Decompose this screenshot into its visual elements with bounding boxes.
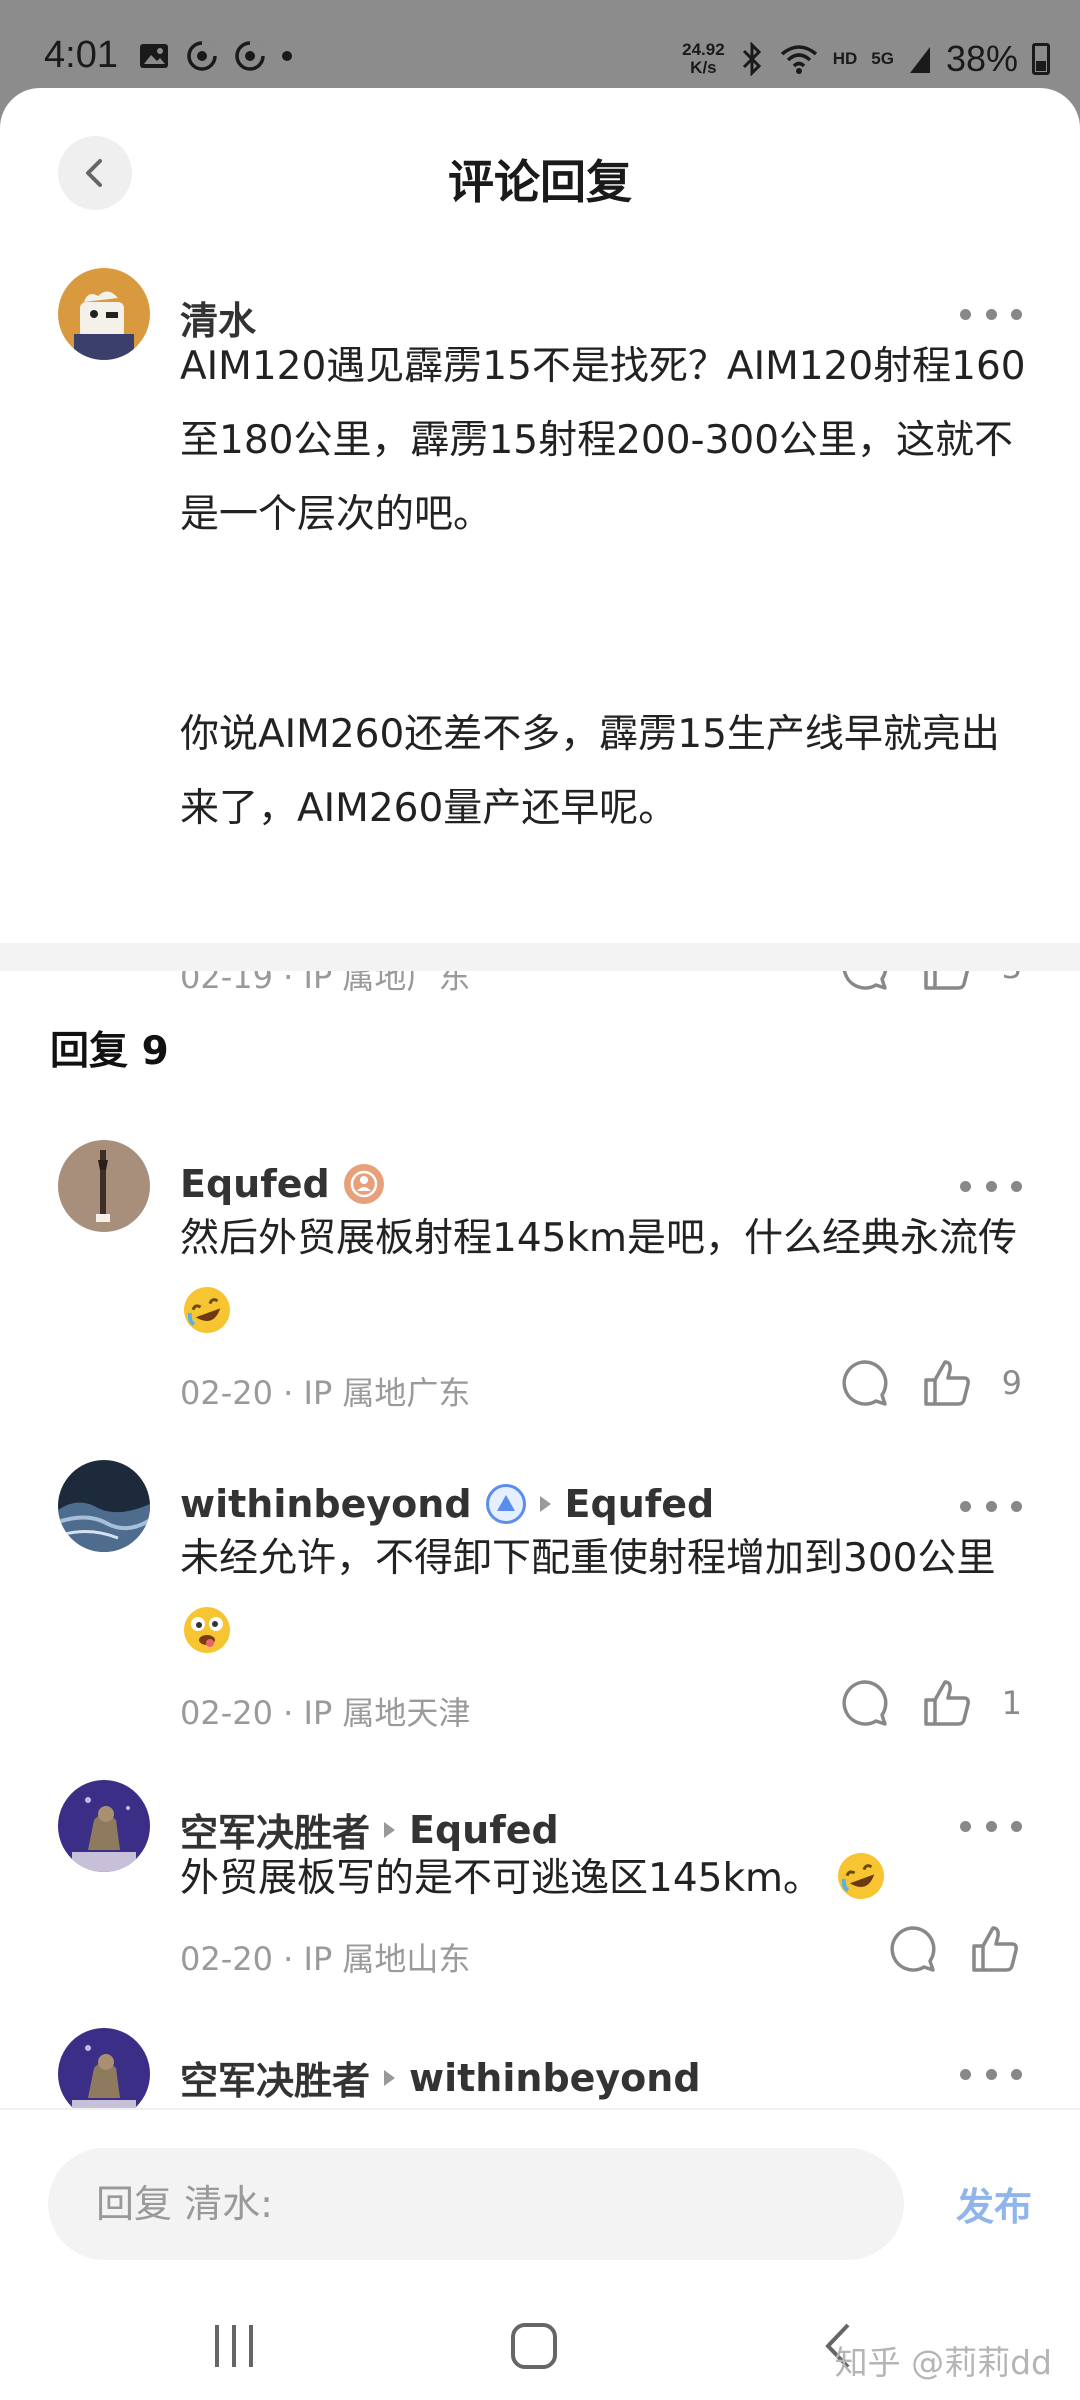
more-options-button[interactable] [960,1176,1022,1196]
reply-author[interactable]: Equfed [180,1162,330,1206]
avatar[interactable] [58,1460,150,1552]
watermark: 知乎 @莉莉dd [834,2343,1052,2382]
more-notifications-dot [282,51,292,61]
reply-meta: 02-20 · IP 属地山东 [180,1940,471,1978]
reply-composer: 发布 知乎 @莉莉dd [0,2108,1080,2400]
reply-to-arrow-icon [539,1496,551,1512]
reply-input[interactable] [48,2148,904,2260]
avatar[interactable] [58,1140,150,1232]
system-icons: 24.92 K/s HD 5G 38% [682,38,1050,80]
header: 评论回复 [0,88,1080,268]
reply-author-row: 空军决胜者 withinbeyond [180,2050,701,2105]
section-divider [0,943,1080,971]
more-options-button[interactable] [960,2064,1022,2084]
avatar-image [58,1780,150,1872]
recent-apps-button[interactable] [204,2316,264,2376]
battery-icon [1032,43,1050,75]
more-options-button[interactable] [960,304,1022,324]
reply-author-row: withinbeyond Equfed [180,1482,714,1526]
publish-button[interactable]: 发布 [956,2176,1032,2231]
avatar-image [58,2028,150,2120]
like-count: 1 [1001,1684,1022,1722]
app-notification-icon [187,41,217,71]
avatar-image [58,1460,150,1552]
thumbs-up-icon[interactable] [968,1922,1022,1976]
reply-text: 未经允许，不得卸下配重使射程增加到300公里 [180,1536,996,1581]
reply-meta: 02-20 · IP 属地天津 [180,1694,471,1732]
page-title: 评论回复 [448,155,632,209]
comment-text: 你说AIM260还差不多，霹雳15生产线早就亮出来了，AIM260量产还早呢。 [180,712,1000,831]
reply-to-arrow-icon [384,2069,396,2086]
signal-icon [909,47,930,73]
reply-author[interactable]: 空军决胜者 [180,2050,370,2105]
user-badge-icon [343,1164,384,1204]
5g-indicator: 5G [871,49,894,68]
goofy-face-emoji-icon [184,1607,230,1653]
user-badge-icon [485,1484,526,1524]
reply-to-user[interactable]: withinbeyond [409,2056,701,2100]
home-button[interactable] [504,2316,564,2376]
reply-text-container: 然后外贸展板射程145km是吧，什么经典永流传 [180,1202,1030,1350]
like-count: 9 [1001,1364,1022,1402]
network-speed: 24.92 K/s [682,40,725,77]
reply-text: 然后外贸展板射程145km是吧，什么经典永流传 [180,1216,1018,1261]
reply-meta: 02-20 · IP 属地广东 [180,1374,471,1412]
thumbs-up-icon[interactable] [920,1676,974,1730]
rofl-emoji-icon [184,1287,230,1333]
reply-text-container: 未经允许，不得卸下配重使射程增加到300公里 [180,1522,1030,1670]
avatar[interactable] [58,1780,150,1872]
thumbs-up-icon[interactable] [920,1356,974,1410]
more-options-button[interactable] [960,1496,1022,1516]
reply-actions [886,1922,1022,1976]
battery-percent: 38% [945,38,1018,79]
wifi-icon [780,45,817,74]
comment-reply-sheet: 评论回复 清水 AIM120遇见霹雳15不是找死？AIM120射程160至180… [0,88,1080,2400]
comment-bubble-icon[interactable] [838,1356,892,1410]
more-options-button[interactable] [960,1816,1022,1836]
notification-icons [138,40,292,72]
avatar-image [58,268,150,360]
reply-to-arrow-icon [384,1821,396,1838]
avatar[interactable] [58,2028,150,2120]
app-notification-icon [235,41,265,71]
reply-author[interactable]: withinbeyond [180,1482,472,1526]
gallery-icon [140,44,168,68]
reply-text-container: 外贸展板写的是不可逃逸区145km。 [180,1842,1030,1916]
bluetooth-icon [742,42,761,76]
system-nav-bar: 知乎 @莉莉dd [0,2286,1080,2400]
reply-to-user[interactable]: Equfed [565,1482,715,1526]
rofl-emoji-icon [838,1853,885,1899]
home-icon [511,2323,557,2369]
reply-text: 外贸展板写的是不可逃逸区145km。 [180,1856,823,1901]
reply-actions: 9 [838,1356,1022,1410]
recent-apps-icon [215,2325,253,2367]
avatar[interactable] [58,268,150,360]
comment-bubble-icon[interactable] [886,1922,940,1976]
replies-count-title: 回复 9 [50,1029,169,1074]
comment-text: AIM120遇见霹雳15不是找死？AIM120射程160至180公里，霹雳15射… [180,344,1026,537]
hd-indicator: HD [832,49,858,68]
reply-author-row: Equfed [180,1162,384,1206]
status-time: 4:01 [44,34,118,76]
comment-bubble-icon[interactable] [838,1676,892,1730]
reply-actions: 1 [838,1676,1022,1730]
avatar-image [58,1140,150,1232]
